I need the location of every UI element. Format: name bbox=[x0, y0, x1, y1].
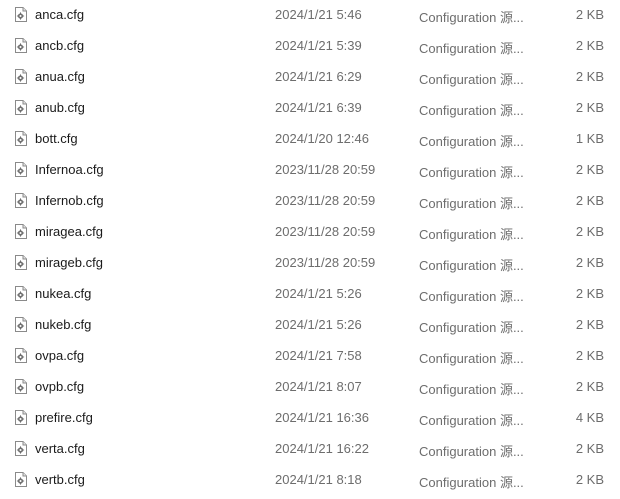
config-file-icon bbox=[15, 69, 27, 84]
file-row[interactable]: ovpa.cfg 2024/1/21 7:58 Configuration 源.… bbox=[0, 341, 620, 372]
config-file-icon bbox=[15, 162, 27, 177]
file-row[interactable]: Infernob.cfg 2023/11/28 20:59 Configurat… bbox=[0, 186, 620, 217]
file-row[interactable]: bott.cfg 2024/1/20 12:46 Configuration 源… bbox=[0, 124, 620, 155]
file-size: 2 KB bbox=[575, 38, 604, 53]
file-size: 2 KB bbox=[575, 193, 604, 208]
file-row[interactable]: prefire.cfg 2024/1/21 16:36 Configuratio… bbox=[0, 403, 620, 434]
file-size: 2 KB bbox=[575, 286, 604, 301]
file-date-modified: 2024/1/21 8:18 bbox=[275, 472, 362, 487]
file-date-modified: 2024/1/21 6:39 bbox=[275, 100, 362, 115]
file-type: Configuration 源... bbox=[419, 475, 524, 490]
config-file-icon bbox=[15, 472, 27, 487]
file-date-modified: 2024/1/21 8:07 bbox=[275, 379, 362, 394]
file-type: Configuration 源... bbox=[419, 134, 524, 149]
file-date-modified: 2023/11/28 20:59 bbox=[275, 193, 376, 208]
file-type: Configuration 源... bbox=[419, 72, 524, 87]
config-file-icon bbox=[15, 379, 27, 394]
file-type: Configuration 源... bbox=[419, 382, 524, 397]
file-type: Configuration 源... bbox=[419, 413, 524, 428]
file-size: 2 KB bbox=[575, 348, 604, 363]
file-date-modified: 2024/1/21 5:26 bbox=[275, 286, 362, 301]
config-file-icon bbox=[15, 100, 27, 115]
file-size: 2 KB bbox=[575, 100, 604, 115]
file-name: bott.cfg bbox=[35, 131, 78, 146]
file-name: prefire.cfg bbox=[35, 410, 93, 425]
file-name: anub.cfg bbox=[35, 100, 85, 115]
file-name: nukeb.cfg bbox=[35, 317, 92, 332]
config-file-icon bbox=[15, 441, 27, 456]
file-row[interactable]: anca.cfg 2024/1/21 5:46 Configuration 源.… bbox=[0, 0, 620, 31]
config-file-icon bbox=[15, 348, 27, 363]
file-type: Configuration 源... bbox=[419, 10, 524, 25]
file-name: anca.cfg bbox=[35, 7, 85, 22]
file-size: 2 KB bbox=[575, 255, 604, 270]
file-row[interactable]: mirageb.cfg 2023/11/28 20:59 Configurati… bbox=[0, 248, 620, 279]
file-date-modified: 2024/1/20 12:46 bbox=[275, 131, 369, 146]
file-name: vertb.cfg bbox=[35, 472, 85, 487]
file-type: Configuration 源... bbox=[419, 196, 524, 211]
file-size: 2 KB bbox=[575, 441, 604, 456]
file-date-modified: 2024/1/21 7:58 bbox=[275, 348, 362, 363]
file-date-modified: 2024/1/21 6:29 bbox=[275, 69, 362, 84]
file-name: verta.cfg bbox=[35, 441, 85, 456]
file-type: Configuration 源... bbox=[419, 103, 524, 118]
file-row[interactable]: ancb.cfg 2024/1/21 5:39 Configuration 源.… bbox=[0, 31, 620, 62]
config-file-icon bbox=[15, 131, 27, 146]
file-size: 2 KB bbox=[575, 317, 604, 332]
file-name: ovpa.cfg bbox=[35, 348, 85, 363]
file-size: 2 KB bbox=[575, 379, 604, 394]
file-name: ancb.cfg bbox=[35, 38, 85, 53]
file-size: 2 KB bbox=[575, 7, 604, 22]
file-size: 2 KB bbox=[575, 224, 604, 239]
file-row[interactable]: verta.cfg 2024/1/21 16:22 Configuration … bbox=[0, 434, 620, 465]
config-file-icon bbox=[15, 38, 27, 53]
file-name: anua.cfg bbox=[35, 69, 85, 84]
file-name: Infernoa.cfg bbox=[35, 162, 104, 177]
file-row[interactable]: miragea.cfg 2023/11/28 20:59 Configurati… bbox=[0, 217, 620, 248]
config-file-icon bbox=[15, 193, 27, 208]
file-row[interactable]: vertb.cfg 2024/1/21 8:18 Configuration 源… bbox=[0, 465, 620, 496]
file-row[interactable]: Infernoa.cfg 2023/11/28 20:59 Configurat… bbox=[0, 155, 620, 186]
file-type: Configuration 源... bbox=[419, 41, 524, 56]
file-date-modified: 2024/1/21 16:36 bbox=[275, 410, 369, 425]
file-type: Configuration 源... bbox=[419, 320, 524, 335]
file-name: mirageb.cfg bbox=[35, 255, 103, 270]
file-type: Configuration 源... bbox=[419, 258, 524, 273]
file-size: 2 KB bbox=[575, 69, 604, 84]
file-row[interactable]: anub.cfg 2024/1/21 6:39 Configuration 源.… bbox=[0, 93, 620, 124]
file-type: Configuration 源... bbox=[419, 444, 524, 459]
config-file-icon bbox=[15, 255, 27, 270]
config-file-icon bbox=[15, 286, 27, 301]
file-row[interactable]: anua.cfg 2024/1/21 6:29 Configuration 源.… bbox=[0, 62, 620, 93]
config-file-icon bbox=[15, 224, 27, 239]
file-type: Configuration 源... bbox=[419, 227, 524, 242]
config-file-icon bbox=[15, 410, 27, 425]
file-row[interactable]: nukeb.cfg 2024/1/21 5:26 Configuration 源… bbox=[0, 310, 620, 341]
file-size: 2 KB bbox=[575, 472, 604, 487]
file-date-modified: 2024/1/21 5:26 bbox=[275, 317, 362, 332]
file-name: miragea.cfg bbox=[35, 224, 103, 239]
file-type: Configuration 源... bbox=[419, 165, 524, 180]
file-row[interactable]: ovpb.cfg 2024/1/21 8:07 Configuration 源.… bbox=[0, 372, 620, 403]
file-type: Configuration 源... bbox=[419, 351, 524, 366]
file-name: ovpb.cfg bbox=[35, 379, 85, 394]
file-type: Configuration 源... bbox=[419, 289, 524, 304]
config-file-icon bbox=[15, 7, 27, 22]
file-date-modified: 2024/1/21 5:46 bbox=[275, 7, 362, 22]
file-date-modified: 2023/11/28 20:59 bbox=[275, 224, 376, 239]
file-date-modified: 2024/1/21 16:22 bbox=[275, 441, 369, 456]
file-date-modified: 2023/11/28 20:59 bbox=[275, 255, 376, 270]
file-name: nukea.cfg bbox=[35, 286, 92, 301]
config-file-icon bbox=[15, 317, 27, 332]
file-size: 2 KB bbox=[575, 162, 604, 177]
file-row[interactable]: nukea.cfg 2024/1/21 5:26 Configuration 源… bbox=[0, 279, 620, 310]
file-name: Infernob.cfg bbox=[35, 193, 104, 208]
file-date-modified: 2023/11/28 20:59 bbox=[275, 162, 376, 177]
file-size: 1 KB bbox=[575, 131, 604, 146]
file-date-modified: 2024/1/21 5:39 bbox=[275, 38, 362, 53]
file-size: 4 KB bbox=[575, 410, 604, 425]
